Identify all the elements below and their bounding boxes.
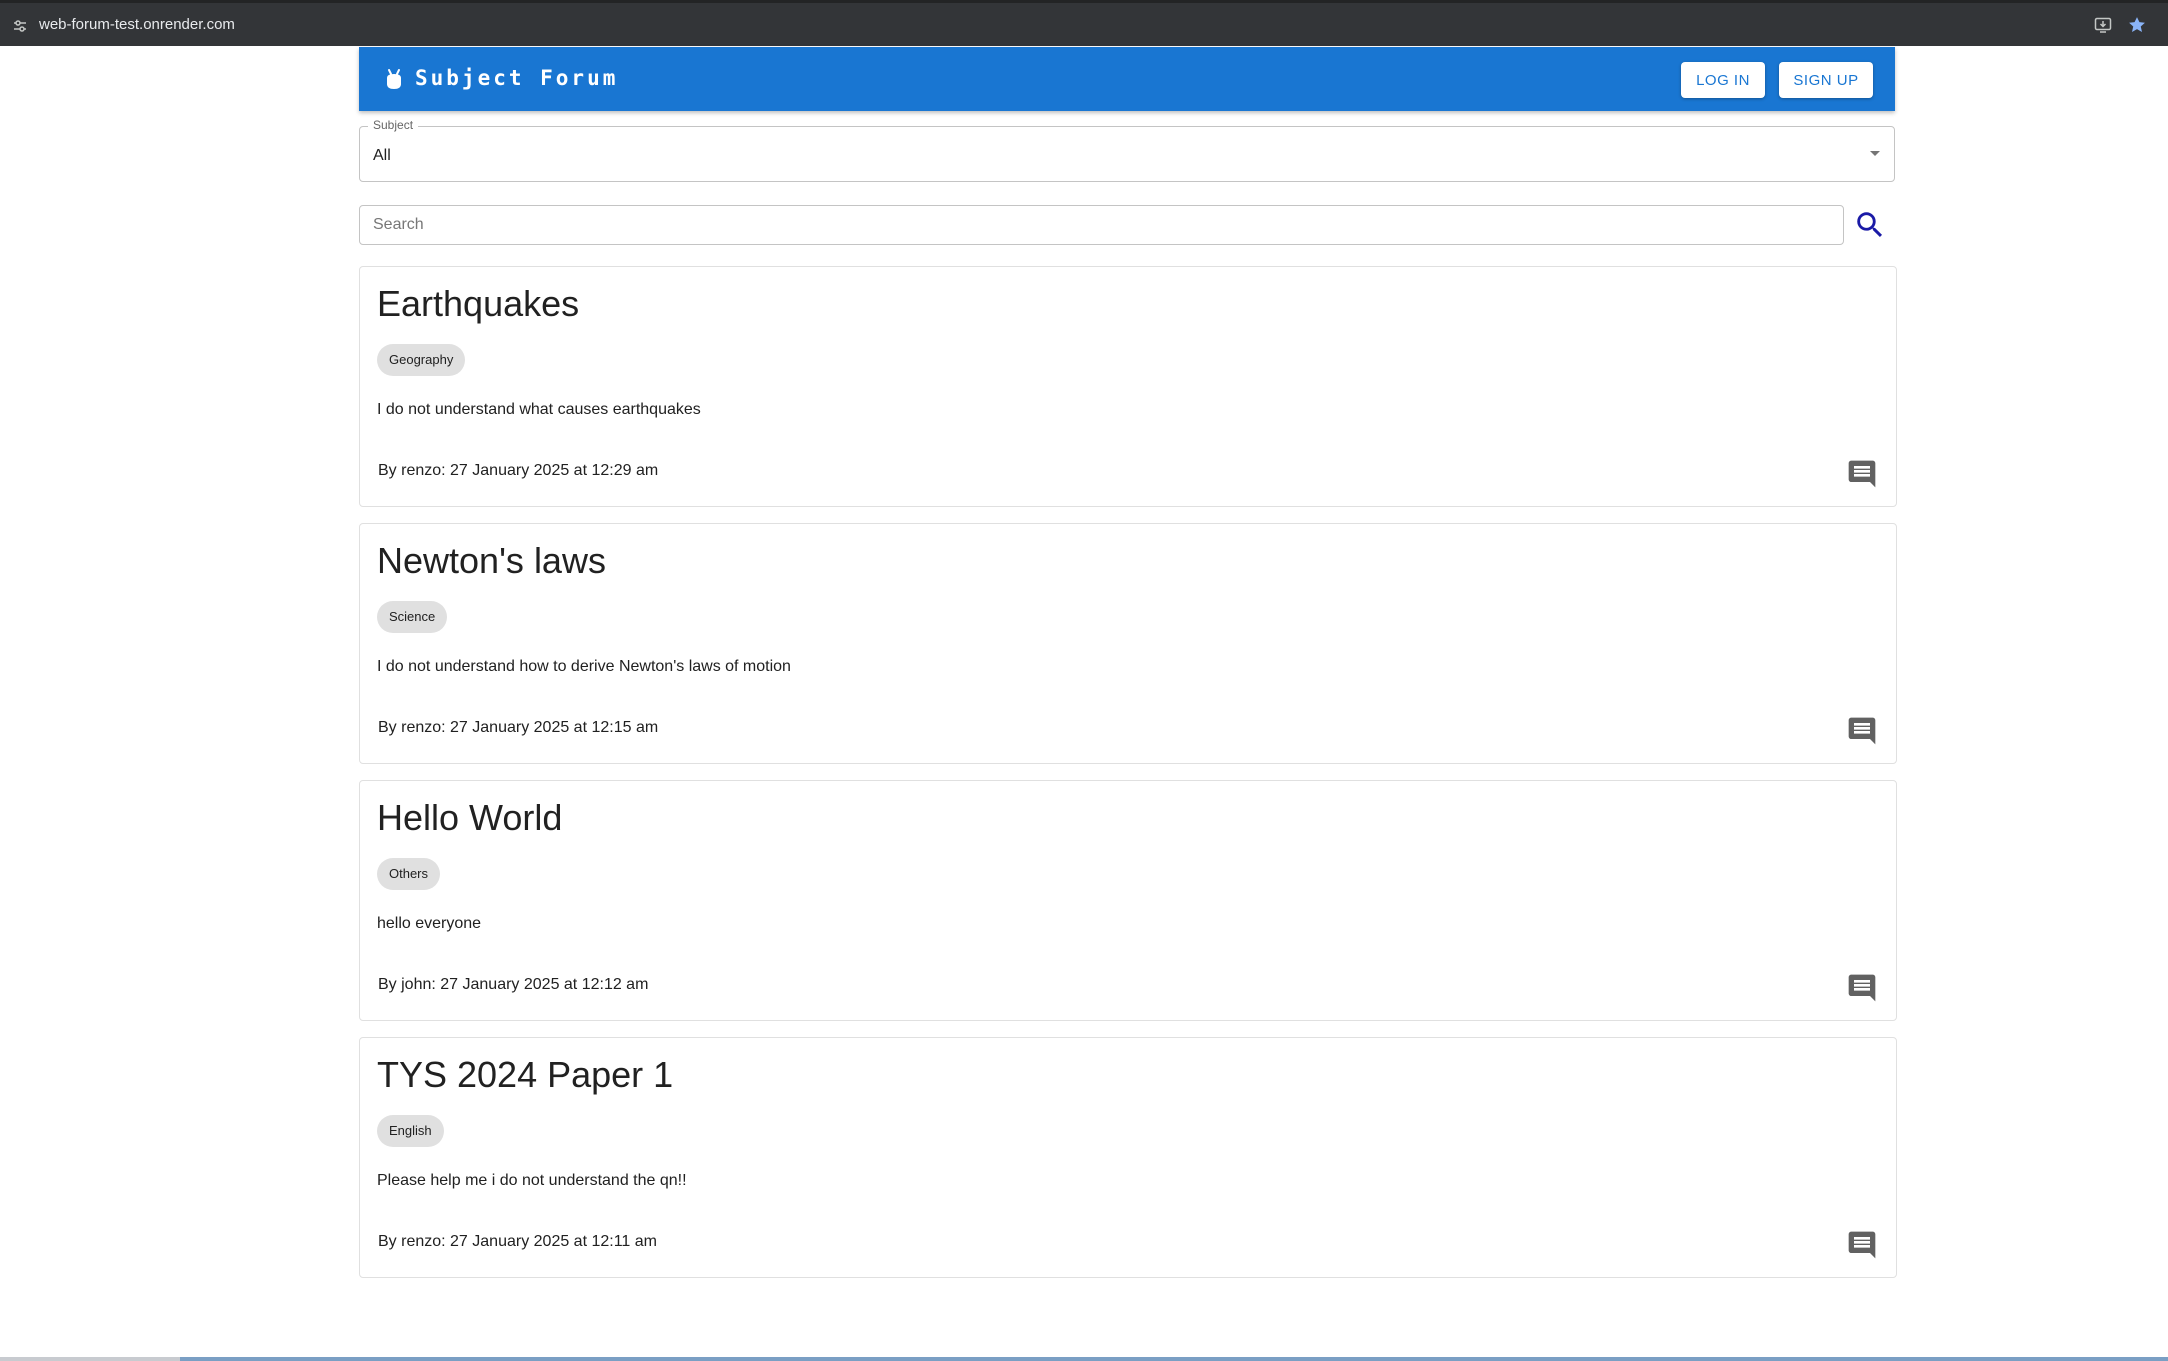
url-text[interactable]: web-forum-test.onrender.com bbox=[39, 16, 235, 33]
post-card[interactable]: TYS 2024 Paper 1 English Please help me … bbox=[359, 1037, 1897, 1278]
install-app-icon[interactable] bbox=[2094, 16, 2112, 34]
post-meta: By renzo: 27 January 2025 at 12:29 am bbox=[378, 462, 659, 479]
post-meta: By renzo: 27 January 2025 at 12:11 am bbox=[378, 1233, 657, 1250]
comment-icon[interactable] bbox=[1846, 1229, 1878, 1261]
post-body: hello everyone bbox=[377, 915, 482, 932]
post-card[interactable]: Hello World Others hello everyone By joh… bbox=[359, 780, 1897, 1021]
post-body: Please help me i do not understand the q… bbox=[377, 1172, 687, 1189]
bottom-divider-accent bbox=[180, 1357, 2168, 1361]
logo-icon bbox=[387, 69, 401, 89]
subject-select-label: Subject bbox=[368, 118, 419, 132]
subject-chip: Geography bbox=[377, 344, 466, 376]
tune-icon[interactable] bbox=[12, 18, 28, 34]
subject-chip: Science bbox=[377, 601, 448, 633]
post-card[interactable]: Earthquakes Geography I do not understan… bbox=[359, 266, 1897, 507]
post-title[interactable]: Hello World bbox=[377, 797, 562, 839]
search-input[interactable] bbox=[359, 205, 1844, 245]
post-body: I do not understand what causes earthqua… bbox=[377, 401, 701, 418]
comment-icon[interactable] bbox=[1846, 972, 1878, 1004]
star-icon[interactable] bbox=[2127, 15, 2147, 35]
comment-icon[interactable] bbox=[1846, 458, 1878, 490]
signup-button[interactable]: SIGN UP bbox=[1779, 62, 1873, 98]
post-title[interactable]: Earthquakes bbox=[377, 283, 579, 325]
subject-select[interactable]: Subject All bbox=[359, 118, 1895, 182]
post-meta: By john: 27 January 2025 at 12:12 am bbox=[378, 976, 649, 993]
post-title[interactable]: Newton's laws bbox=[377, 540, 606, 582]
subject-select-value[interactable]: All bbox=[373, 147, 391, 165]
browser-address-bar: web-forum-test.onrender.com bbox=[0, 0, 2168, 46]
post-body: I do not understand how to derive Newton… bbox=[377, 658, 791, 675]
app-bar: Subject Forum LOG IN SIGN UP bbox=[359, 47, 1895, 111]
comment-icon[interactable] bbox=[1846, 715, 1878, 747]
caret-down-icon[interactable] bbox=[1870, 151, 1880, 156]
brand-title[interactable]: Subject Forum bbox=[415, 66, 618, 90]
search-icon[interactable] bbox=[1853, 208, 1887, 242]
subject-chip: English bbox=[377, 1115, 444, 1147]
post-meta: By renzo: 27 January 2025 at 12:15 am bbox=[378, 719, 659, 736]
subject-chip: Others bbox=[377, 858, 441, 890]
post-card[interactable]: Newton's laws Science I do not understan… bbox=[359, 523, 1897, 764]
login-button[interactable]: LOG IN bbox=[1681, 62, 1765, 98]
post-title[interactable]: TYS 2024 Paper 1 bbox=[377, 1054, 673, 1096]
